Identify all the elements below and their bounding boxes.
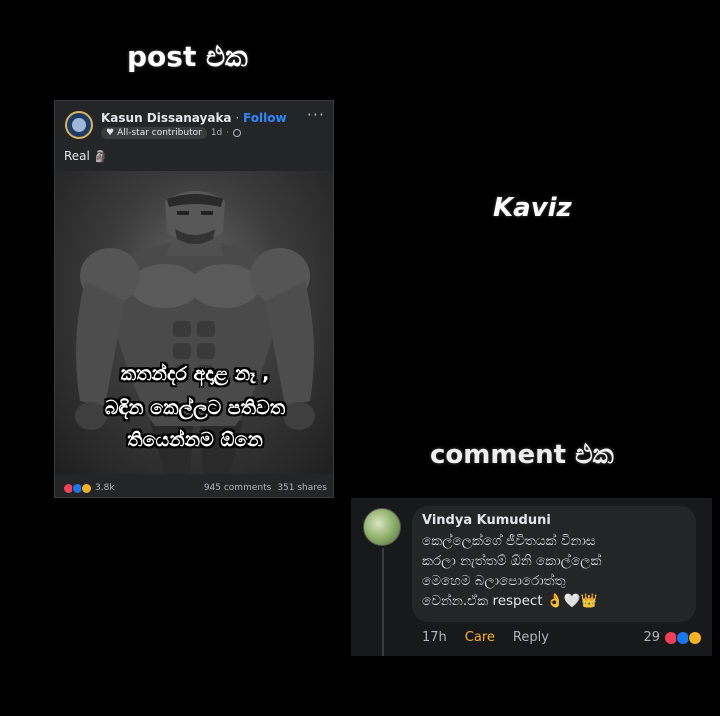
image-text-line-1: කතන්දර අදාළ නෑ , <box>120 363 270 385</box>
post-time[interactable]: 1d <box>211 128 222 138</box>
care-button[interactable]: Care <box>465 630 495 645</box>
comment-text-line-4: වෙන්න.ඒක respect 👌🤍👑 <box>422 593 598 609</box>
comment-text-line-3: මෙහෙම බලාපොරොත්තු <box>422 573 566 589</box>
post-meta: ♥ All-star contributor 1d · <box>101 127 242 139</box>
comment-card: Vindya Kumuduni කෙල්ලෙක්ගේ ජීවිතයක් විනා… <box>351 498 712 656</box>
follow-button[interactable]: Follow <box>243 111 287 125</box>
badge-label: All-star contributor <box>117 128 202 138</box>
post-caption: Real 🗿 <box>64 149 107 163</box>
image-text-line-3: තියෙන්නම ඕනෙ <box>127 429 263 451</box>
comments-count[interactable]: 945 comments <box>204 483 272 493</box>
care-reaction-icon <box>81 482 92 494</box>
author-line: Kasun Dissanayaka · Follow <box>101 111 287 125</box>
comment-heading: comment එක <box>430 440 614 470</box>
author-name[interactable]: Kasun Dissanayaka <box>101 111 232 125</box>
commenter-name[interactable]: Vindya Kumuduni <box>422 513 686 528</box>
reaction-count: 3.8k <box>95 483 115 493</box>
post-header: Kasun Dissanayaka · Follow ♥ All-star co… <box>55 101 333 145</box>
badge-icon: ♥ <box>106 128 115 138</box>
more-options-button[interactable]: ··· <box>307 105 325 124</box>
post-image[interactable]: කතන්දර අදාළ නෑ , බඳින කෙල්ලට පතිවත තියෙන… <box>55 171 333 474</box>
comment-text-line-2: කරලා නැත්තම් ඕනි කොල්ලෙක් <box>422 553 602 569</box>
caption-text: Real <box>64 149 90 163</box>
globe-icon <box>233 129 242 137</box>
post-heading: post එක <box>127 40 248 73</box>
facebook-post-card: Kasun Dissanayaka · Follow ♥ All-star co… <box>54 100 334 498</box>
watermark-text: Kaviz <box>493 193 572 223</box>
shares-count[interactable]: 351 shares <box>277 483 327 493</box>
care-reaction-icon <box>688 630 702 645</box>
comment-text-line-1: කෙල්ලෙක්ගේ ජීවිතයක් විනාස <box>422 533 596 549</box>
post-reactions[interactable]: 3.8k <box>63 482 115 494</box>
thread-line <box>382 548 384 656</box>
commenter-avatar[interactable] <box>363 508 401 546</box>
reply-button[interactable]: Reply <box>513 630 549 645</box>
comment-reaction-count: 29 <box>643 630 660 645</box>
comment-actions: 17h Care Reply <box>422 630 549 645</box>
meta-dot: · <box>226 128 230 138</box>
comment-bubble: Vindya Kumuduni කෙල්ලෙක්ගේ ජීවිතයක් විනා… <box>412 506 696 622</box>
moai-emoji-icon: 🗿 <box>93 150 108 163</box>
image-text-line-2: බඳින කෙල්ලට පතිවත <box>104 397 286 419</box>
comment-reactions[interactable]: 29 <box>643 630 702 645</box>
author-avatar[interactable] <box>65 111 93 139</box>
post-footer: 3.8k 945 comments 351 shares <box>55 477 333 497</box>
contributor-badge[interactable]: ♥ All-star contributor <box>101 127 207 139</box>
separator: · <box>235 111 240 125</box>
comment-time[interactable]: 17h <box>422 630 447 645</box>
